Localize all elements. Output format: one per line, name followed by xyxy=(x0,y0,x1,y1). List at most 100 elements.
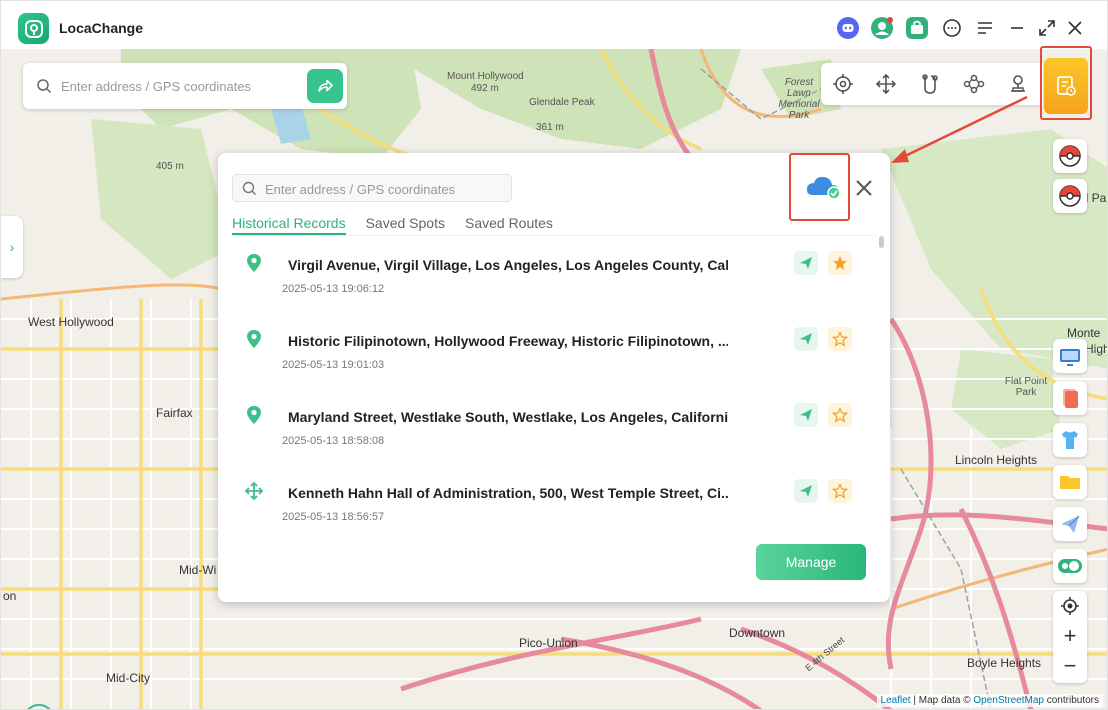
map-search-input[interactable] xyxy=(61,75,301,97)
fullscreen-icon[interactable] xyxy=(1035,16,1059,40)
record-title: Historic Filipinotown, Hollywood Freeway… xyxy=(288,333,728,349)
favorite-button[interactable] xyxy=(828,403,852,427)
map-label-mount-hollywood-elev: 492 m xyxy=(471,83,499,94)
favorite-button[interactable] xyxy=(828,251,852,275)
avatar-icon[interactable] xyxy=(870,16,894,40)
list-item[interactable]: Historic Filipinotown, Hollywood Freeway… xyxy=(218,317,878,393)
pokeball-button[interactable] xyxy=(1053,139,1087,173)
annotation-arrow xyxy=(891,95,1028,163)
records-scrollbar[interactable] xyxy=(879,236,884,496)
tab-saved-spots[interactable]: Saved Spots xyxy=(366,215,445,235)
title-bar: LocaChange xyxy=(1,1,1107,51)
map-attribution: Leaflet | Map data © OpenStreetMap contr… xyxy=(876,694,1103,707)
map-label-mount-hollywood: Mount Hollywood xyxy=(447,71,524,82)
manage-button[interactable]: Manage xyxy=(756,544,866,580)
app-title: LocaChange xyxy=(59,20,144,36)
map-label-mid-city: Mid-City xyxy=(106,671,150,685)
send-icon xyxy=(800,485,812,497)
zoom-out-button[interactable]: − xyxy=(1053,651,1087,681)
zoom-controls: + − xyxy=(1053,591,1087,683)
map-label-west-hollywood: West Hollywood xyxy=(28,315,114,329)
discord-icon[interactable] xyxy=(836,16,860,40)
list-item[interactable]: Maryland Street, Westlake South, Westlak… xyxy=(218,393,878,469)
expand-sidebar-button[interactable]: › xyxy=(1,216,23,278)
map-label-forest-lawn: Forest Lawn Memorial Park xyxy=(778,77,820,121)
locate-me-icon[interactable] xyxy=(1053,591,1087,621)
map-label-downtown: Downtown xyxy=(729,626,786,640)
pokeball-2-button[interactable] xyxy=(1053,179,1087,213)
share-arrow-icon xyxy=(318,79,333,92)
leaflet-link[interactable]: Leaflet xyxy=(881,695,911,706)
go-to-location-button[interactable] xyxy=(794,251,818,275)
map-label-lincoln-heights: Lincoln Heights xyxy=(955,453,1038,467)
map-label-on: on xyxy=(3,589,17,603)
scrollbar-thumb[interactable] xyxy=(879,236,884,248)
close-icon xyxy=(856,180,872,196)
pokeball-icon xyxy=(1059,145,1081,167)
map-label-fairfax: Fairfax xyxy=(156,406,193,420)
zoom-in-button[interactable]: + xyxy=(1053,621,1087,651)
records-button-highlight xyxy=(1040,46,1092,120)
folder-icon xyxy=(1060,476,1080,489)
send-icon xyxy=(800,409,812,421)
map-label-boyle-heights: Boyle Heights xyxy=(967,656,1042,670)
list-item[interactable]: Virgil Avenue, Virgil Village, Los Angel… xyxy=(218,241,878,317)
search-icon xyxy=(36,78,52,99)
tab-saved-routes[interactable]: Saved Routes xyxy=(465,215,553,235)
feedback-icon[interactable] xyxy=(940,16,964,40)
map-search-bar xyxy=(23,63,347,109)
toggle-icon xyxy=(1058,559,1082,573)
search-icon xyxy=(242,181,257,201)
menu-icon[interactable] xyxy=(973,16,997,40)
star-outline-icon xyxy=(832,407,848,423)
paper-plane-icon xyxy=(1061,515,1080,533)
star-outline-icon xyxy=(832,331,848,347)
attribution-sep: | Map data © xyxy=(910,695,974,706)
cards-button[interactable] xyxy=(1053,381,1087,415)
list-item[interactable]: Kenneth Hahn Hall of Administration, 500… xyxy=(218,469,878,545)
go-to-location-button[interactable] xyxy=(794,327,818,351)
map-search-go-button[interactable] xyxy=(307,69,343,103)
panel-close-button[interactable] xyxy=(852,176,876,200)
map-label-glendale-peak: Glendale Peak xyxy=(529,97,595,108)
record-time: 2025-05-13 19:06:12 xyxy=(282,283,385,295)
tshirt-icon xyxy=(1062,431,1078,449)
shop-icon[interactable] xyxy=(905,16,929,40)
toggle-button[interactable] xyxy=(1053,549,1087,583)
go-to-location-button[interactable] xyxy=(794,403,818,427)
location-pin-icon xyxy=(247,254,261,272)
favorite-button[interactable] xyxy=(828,327,852,351)
map-label-glendale-peak-elev: 361 m xyxy=(536,122,564,133)
panel-tabs: Historical Records Saved Spots Saved Rou… xyxy=(232,215,573,235)
teleport-icon[interactable] xyxy=(831,72,855,96)
folder-button[interactable] xyxy=(1053,465,1087,499)
record-title: Kenneth Hahn Hall of Administration, 500… xyxy=(288,485,728,501)
monitor-icon xyxy=(1060,349,1080,366)
close-icon[interactable] xyxy=(1063,16,1087,40)
star-outline-icon xyxy=(832,483,848,499)
app-logo-icon xyxy=(18,13,49,44)
minimize-icon[interactable] xyxy=(1005,16,1029,40)
record-title: Virgil Avenue, Virgil Village, Los Angel… xyxy=(288,257,728,273)
favorite-button[interactable] xyxy=(828,479,852,503)
record-title: Maryland Street, Westlake South, Westlak… xyxy=(288,409,728,425)
tab-historical-records[interactable]: Historical Records xyxy=(232,215,346,235)
cloud-button-highlight xyxy=(789,153,850,221)
send-icon xyxy=(800,257,812,269)
joystick-move-icon xyxy=(244,481,264,501)
panel-search-bar xyxy=(232,174,512,202)
panel-search-input[interactable] xyxy=(265,179,505,199)
skin-button[interactable] xyxy=(1053,423,1087,457)
osm-link[interactable]: OpenStreetMap xyxy=(973,695,1044,706)
map-label-elev-405: 405 m xyxy=(156,161,184,172)
go-to-location-button[interactable] xyxy=(794,479,818,503)
map-label-hight: Hight xyxy=(1085,342,1107,356)
cards-icon xyxy=(1063,389,1078,408)
map-label-monte: Monte xyxy=(1067,326,1101,340)
screen-mirror-button[interactable] xyxy=(1053,339,1087,373)
record-time: 2025-05-13 18:56:57 xyxy=(282,511,385,523)
location-pin-icon xyxy=(247,330,261,348)
send-button[interactable] xyxy=(1053,507,1087,541)
record-time: 2025-05-13 19:01:03 xyxy=(282,359,385,371)
attribution-contributors: contributors xyxy=(1043,695,1099,706)
